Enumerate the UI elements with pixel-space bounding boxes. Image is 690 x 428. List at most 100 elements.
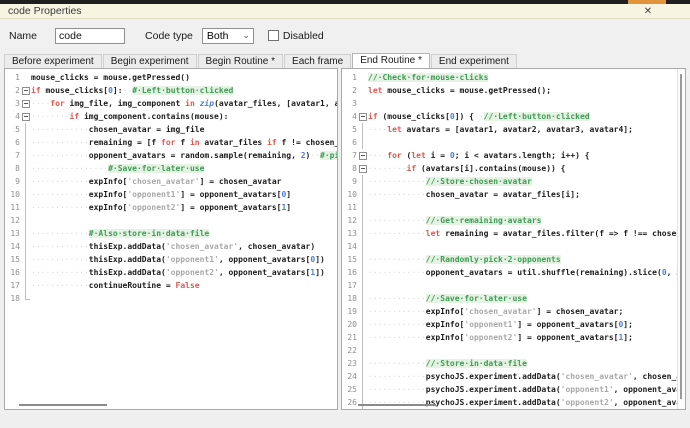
fold-gutter (21, 292, 31, 305)
fold-gutter (358, 123, 368, 136)
code-line: 2 if mouse_clicks[0]:··#·Left·button·clic… (5, 84, 337, 97)
code-line: 18 (5, 292, 337, 305)
code-text: let mouse_clicks = mouse.getPressed(); (368, 84, 685, 97)
code-text: ············expInfo['opponent1'] = oppon… (368, 318, 685, 331)
line-number: 17 (342, 279, 358, 292)
tab-end-routine[interactable]: End Routine * (352, 53, 430, 68)
tab-begin-experiment[interactable]: Begin experiment (103, 54, 197, 68)
code-text: ····for (let i = 0; i < avatars.length; … (368, 149, 685, 162)
line-number: 3 (5, 97, 21, 110)
python-code-editor[interactable]: 1mouse_clicks = mouse.getPressed()2 if mo… (4, 68, 338, 410)
line-number: 10 (342, 188, 358, 201)
code-line: 15············thisExp.addData('opponent1… (5, 253, 337, 266)
python-horizontal-scrollbar[interactable] (19, 404, 107, 406)
code-line: 3 ····for img_file, img_component in zip(… (5, 97, 337, 110)
tab-end-experiment[interactable]: End experiment (431, 54, 517, 68)
code-line: 13············let remaining = avatar_fil… (342, 227, 685, 240)
line-number: 7 (5, 149, 21, 162)
code-text: ········if (avatars[i].contains(mouse)) … (368, 162, 685, 175)
code-text: ············expInfo['opponent2'] = oppon… (368, 331, 685, 344)
code-line: 19············expInfo['chosen_avatar'] =… (342, 305, 685, 318)
line-number: 16 (342, 266, 358, 279)
tab-each-frame[interactable]: Each frame (284, 54, 351, 68)
line-number: 1 (5, 71, 21, 84)
line-number: 20 (342, 318, 358, 331)
code-line: 16············opponent_avatars = util.sh… (342, 266, 685, 279)
fold-gutter (358, 370, 368, 383)
code-type-select[interactable]: Both ⌄ (202, 28, 254, 44)
code-text: ············continueRoutine = False (31, 279, 337, 292)
code-section-tabs: Before experimentBegin experimentBegin R… (4, 53, 686, 68)
code-text: ············expInfo['chosen_avatar'] = c… (31, 175, 337, 188)
fold-gutter (358, 214, 368, 227)
fold-gutter (21, 136, 31, 149)
fold-gutter (358, 331, 368, 344)
code-text: ············psychoJS.experiment.addData(… (368, 370, 685, 383)
code-line: 11 (342, 201, 685, 214)
line-number: 11 (342, 201, 358, 214)
js-code-editor[interactable]: 1//·Check·for·mouse·clicks2let mouse_cli… (341, 68, 686, 410)
fold-gutter (21, 123, 31, 136)
code-type-value: Both (207, 30, 229, 42)
js-horizontal-scrollbar[interactable] (358, 404, 436, 406)
dialog-title: code Properties (8, 5, 82, 17)
code-text (368, 97, 685, 110)
line-number: 2 (5, 84, 21, 97)
code-text: ····for img_file, img_component in zip(a… (31, 97, 337, 110)
fold-gutter (21, 162, 31, 175)
line-number: 8 (5, 162, 21, 175)
name-label: Name (9, 30, 37, 42)
fold-marker-icon[interactable] (21, 84, 31, 97)
line-number: 13 (5, 227, 21, 240)
code-line: 14 (342, 240, 685, 253)
fold-marker-icon[interactable] (358, 162, 368, 175)
code-line: 15············//·Randomly·pick·2·opponen… (342, 253, 685, 266)
code-line: 25············psychoJS.experiment.addDat… (342, 383, 685, 396)
fold-gutter (358, 188, 368, 201)
code-line: 4 ········if img_component.contains(mouse… (5, 110, 337, 123)
code-line: 26············psychoJS.experiment.addDat… (342, 396, 685, 409)
fold-gutter (358, 357, 368, 370)
code-line: 1mouse_clicks = mouse.getPressed() (5, 71, 337, 84)
line-number: 5 (342, 123, 358, 136)
dialog-titlebar: code Properties ✕ (0, 4, 690, 19)
code-text: ················#·Save·for·later·use (31, 162, 337, 175)
code-text: ········if img_component.contains(mouse)… (31, 110, 337, 123)
line-number: 4 (5, 110, 21, 123)
tab-begin-routine[interactable]: Begin Routine * (198, 54, 284, 68)
tab-before-experiment[interactable]: Before experiment (4, 54, 102, 68)
line-number: 23 (342, 357, 358, 370)
code-line: 1//·Check·for·mouse·clicks (342, 71, 685, 84)
fold-gutter (358, 240, 368, 253)
code-text (31, 292, 337, 305)
line-number: 8 (342, 162, 358, 175)
line-number: 7 (342, 149, 358, 162)
code-text: ····let avatars = [avatar1, avatar2, ava… (368, 123, 685, 136)
disabled-checkbox[interactable] (268, 30, 279, 41)
line-number: 14 (342, 240, 358, 253)
code-text: if mouse_clicks[0]:··#·Left·button·click… (31, 84, 337, 97)
fold-gutter (358, 97, 368, 110)
js-vertical-scrollbar[interactable] (680, 74, 682, 399)
code-type-label: Code type (145, 30, 193, 42)
fold-gutter (358, 201, 368, 214)
fold-marker-icon[interactable] (358, 110, 368, 123)
code-editors: 1mouse_clicks = mouse.getPressed()2 if mo… (4, 68, 686, 410)
close-icon[interactable]: ✕ (640, 5, 656, 18)
code-text: ············remaining = [f for f in avat… (31, 136, 337, 149)
properties-form: Name Code type Both ⌄ Disabled (0, 19, 690, 52)
fold-marker-icon[interactable] (21, 97, 31, 110)
code-text: ············thisExp.addData('opponent2',… (31, 266, 337, 279)
code-line: 3 (342, 97, 685, 110)
name-input[interactable] (55, 28, 125, 44)
fold-gutter (21, 266, 31, 279)
line-number: 15 (5, 253, 21, 266)
code-text (368, 344, 685, 357)
line-number: 19 (342, 305, 358, 318)
fold-marker-icon[interactable] (21, 110, 31, 123)
code-text: ············chosen_avatar = img_file (31, 123, 337, 136)
code-line: 2let mouse_clicks = mouse.getPressed(); (342, 84, 685, 97)
code-text: ············let remaining = avatar_files… (368, 227, 685, 240)
fold-gutter (358, 175, 368, 188)
fold-marker-icon[interactable] (358, 149, 368, 162)
